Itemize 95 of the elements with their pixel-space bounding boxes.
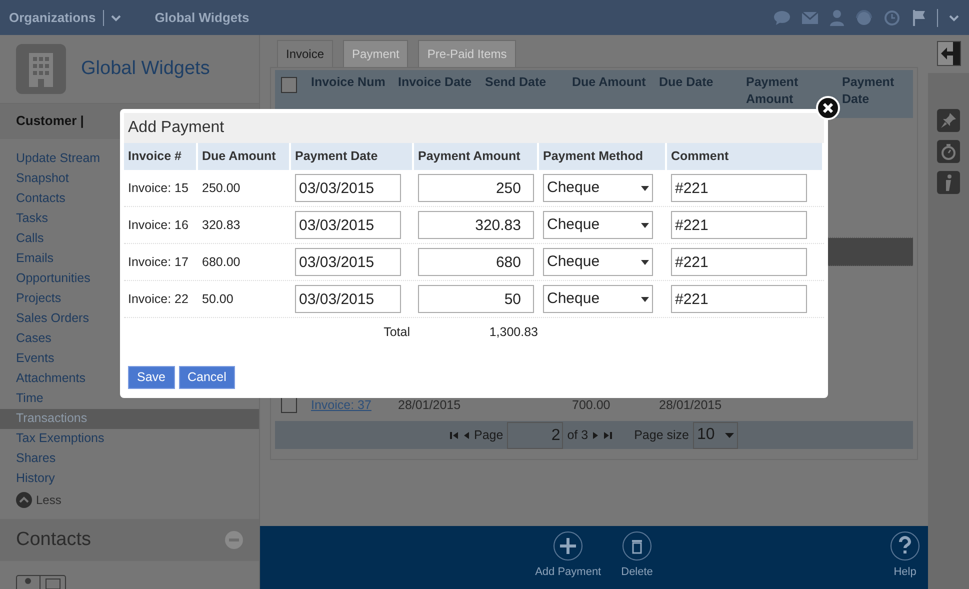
exit-icon[interactable] <box>936 41 960 66</box>
date-field[interactable]: 03/03/2015 <box>295 248 401 276</box>
help-icon <box>890 531 920 561</box>
alarm-clock-icon[interactable] <box>883 9 901 26</box>
checkbox[interactable] <box>281 77 297 93</box>
previous-page-icon[interactable] <box>463 430 470 440</box>
total-label: Total <box>384 324 410 339</box>
chat-icon[interactable] <box>773 10 791 26</box>
dropdown-arrow-icon <box>641 186 649 190</box>
page-field[interactable]: 2 <box>507 422 564 448</box>
column-header[interactable]: Comment <box>667 143 824 170</box>
date-field[interactable]: 03/03/2015 <box>295 174 401 202</box>
date-field[interactable]: 03/03/2015 <box>295 211 401 239</box>
building-icon <box>16 44 66 94</box>
section-title: Contacts <box>16 528 91 552</box>
trash-icon <box>622 531 652 561</box>
row-checkbox[interactable] <box>281 397 297 413</box>
table-cell-text: 320.83 <box>202 216 240 234</box>
comment-field[interactable]: #221 <box>671 174 807 202</box>
sidebar-item[interactable]: Tax Exemptions <box>0 428 259 449</box>
amount-field[interactable]: 320.83 <box>418 211 534 239</box>
payment-method-select[interactable]: Cheque <box>543 248 653 276</box>
record-title: Global Widgets <box>154 8 250 27</box>
contact-card-icon <box>16 574 66 589</box>
date-field[interactable]: 03/03/2015 <box>295 285 401 313</box>
less-link[interactable]: Less <box>36 490 62 509</box>
dropdown-arrow-icon <box>641 260 649 264</box>
column-header[interactable]: Payment Amount <box>746 74 827 108</box>
mail-icon[interactable] <box>801 10 819 24</box>
column-header[interactable]: Due Amount <box>572 74 653 91</box>
table-cell-text: 250.00 <box>202 180 240 197</box>
first-page-icon[interactable] <box>450 430 460 440</box>
page-size-select[interactable]: 10 <box>692 422 738 448</box>
table-cell-text: Invoice: 17 <box>128 254 188 271</box>
amount-field[interactable]: 680 <box>418 248 534 276</box>
comment-field[interactable]: #221 <box>671 248 807 276</box>
column-header[interactable]: Send Date <box>485 74 566 91</box>
next-page-icon[interactable] <box>592 430 600 440</box>
module-title[interactable]: Organizations <box>9 8 96 28</box>
add-payment-button[interactable]: Add Payment <box>535 531 602 589</box>
amount-field[interactable]: 250 <box>418 174 534 202</box>
table-cell-text: Invoice: 22 <box>128 290 188 308</box>
table-cell: 28/01/2015 <box>659 398 722 412</box>
tab[interactable]: Pre-Paid Items <box>418 40 516 67</box>
save-button[interactable]: Save <box>128 366 174 389</box>
column-header[interactable]: Payment Date <box>842 74 910 108</box>
table-cell: 700.00 <box>572 398 610 412</box>
column-header[interactable]: Payment Date <box>291 143 414 170</box>
table-cell-text: 50.00 <box>202 290 234 308</box>
plus-icon <box>553 531 584 561</box>
cancel-button[interactable]: Cancel <box>178 366 236 389</box>
record-type: Customer | <box>16 112 84 130</box>
sidebar-item[interactable]: History <box>0 468 259 489</box>
pager-label: Page <box>474 426 504 444</box>
column-header[interactable]: Invoice # <box>124 143 198 170</box>
help-button[interactable]: Help <box>890 531 920 580</box>
chevron-down-icon[interactable] <box>110 12 122 22</box>
chevron-down-icon[interactable] <box>948 12 960 22</box>
stopwatch-icon[interactable] <box>937 140 960 163</box>
record-name: Global Widgets <box>81 56 210 81</box>
pager-total: of 3 <box>567 426 588 444</box>
info-icon[interactable] <box>937 171 960 194</box>
amount-field[interactable]: 50 <box>418 285 534 313</box>
dropdown-arrow-icon <box>641 222 649 228</box>
payment-method-select[interactable]: Cheque <box>543 211 653 239</box>
tab[interactable]: Invoice <box>277 40 334 67</box>
sidebar-item[interactable]: Shares <box>0 448 259 469</box>
pin-icon[interactable] <box>937 109 960 132</box>
column-header[interactable]: Due Date <box>659 74 740 91</box>
comment-field[interactable]: #221 <box>671 285 807 313</box>
collapse-icon[interactable] <box>16 492 32 508</box>
last-page-icon[interactable] <box>603 430 612 440</box>
delete-button[interactable]: Delete <box>621 531 653 589</box>
dropdown-arrow-icon <box>724 432 734 438</box>
total-amount: 1,300.83 <box>489 324 538 339</box>
column-header[interactable]: Payment Amount <box>414 143 539 170</box>
payment-method-select[interactable]: Cheque <box>543 174 653 202</box>
sidebar-item[interactable]: Transactions <box>0 408 259 429</box>
page-size-label: Page size <box>634 426 689 444</box>
column-header[interactable]: Payment Method <box>539 143 667 170</box>
person-icon[interactable] <box>829 9 845 26</box>
column-header[interactable]: Due Amount <box>198 143 291 170</box>
headset-icon[interactable] <box>855 9 873 26</box>
table-cell: 28/01/2015 <box>398 398 461 412</box>
column-header[interactable]: Invoice Num <box>311 74 392 91</box>
tab[interactable]: Payment <box>343 40 408 67</box>
dropdown-arrow-icon <box>641 296 649 302</box>
dialog-title: Add Payment <box>128 118 224 138</box>
payment-method-select[interactable]: Cheque <box>543 285 653 313</box>
column-header[interactable]: Invoice Date <box>398 74 479 91</box>
flag-icon[interactable] <box>911 9 927 26</box>
table-cell-text: Invoice: 15 <box>128 180 188 197</box>
table-cell-text: Invoice: 16 <box>128 216 188 234</box>
comment-field[interactable]: #221 <box>671 211 807 239</box>
table-cell-text: 680.00 <box>202 254 240 271</box>
